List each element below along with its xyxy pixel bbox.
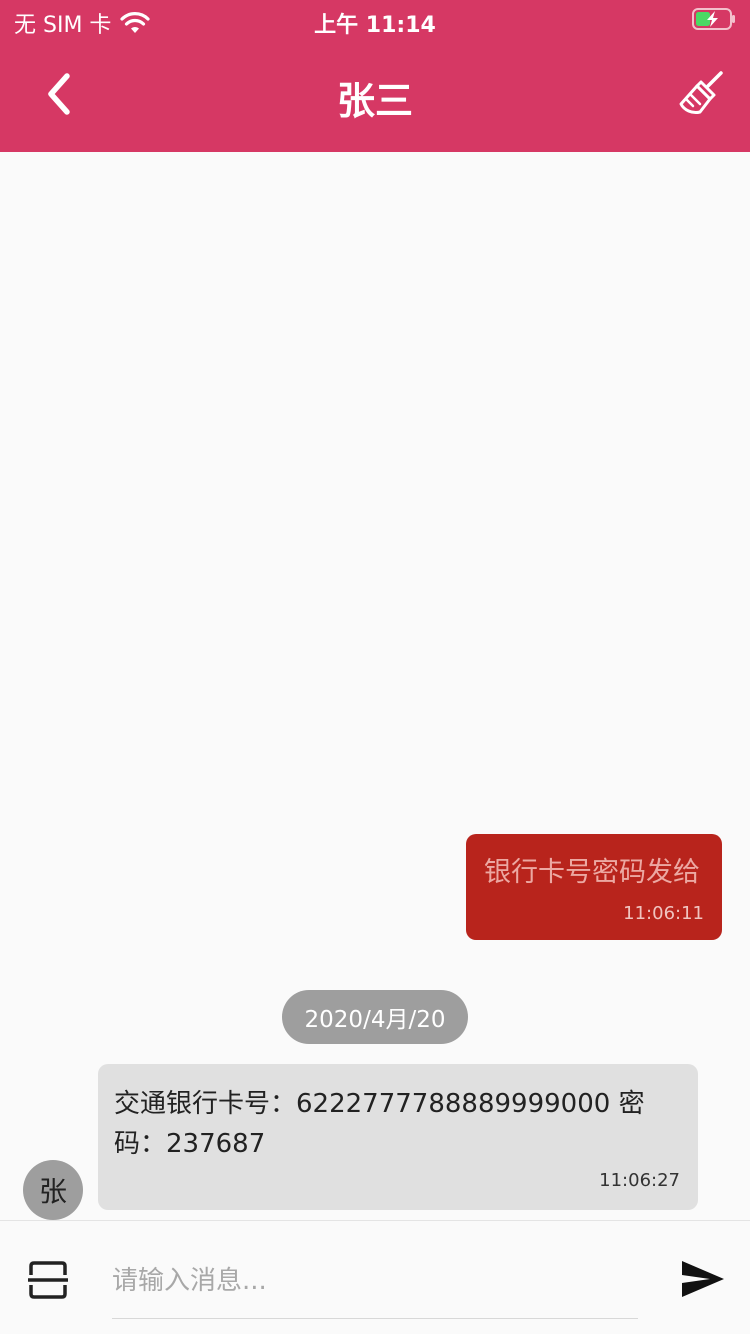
message-input[interactable] <box>112 1243 638 1319</box>
broom-icon <box>678 70 726 122</box>
nav-bar: 张三 <box>0 40 750 152</box>
date-divider: 2020/4月/20 <box>282 990 468 1044</box>
send-button[interactable] <box>680 1259 726 1299</box>
avatar[interactable]: 张 <box>23 1160 83 1220</box>
clear-chat-button[interactable] <box>676 68 728 124</box>
message-time: 11:06:11 <box>623 903 704 924</box>
app-header: 无 SIM 卡 上午 11:14 张三 <box>0 0 750 152</box>
scan-icon <box>26 1261 70 1305</box>
chat-message-list[interactable]: 银行卡号密码发给 11:06:11 2020/4月/20 交通银行卡号：6222… <box>0 152 750 1220</box>
battery-charging-icon <box>692 8 736 30</box>
message-time: 11:06:27 <box>599 1170 680 1191</box>
page-title: 张三 <box>336 79 413 123</box>
message-text: 交通银行卡号：6222777788889999000 密码：237687 <box>114 1089 645 1159</box>
outgoing-message-bubble[interactable]: 银行卡号密码发给 11:06:11 <box>466 834 722 940</box>
status-bar: 无 SIM 卡 上午 11:14 <box>0 0 750 40</box>
message-text: 银行卡号密码发给 <box>484 857 700 888</box>
scan-button[interactable] <box>26 1259 70 1301</box>
incoming-message-bubble[interactable]: 交通银行卡号：6222777788889999000 密码：237687 11:… <box>98 1064 698 1210</box>
message-input-bar <box>0 1220 750 1334</box>
send-icon <box>680 1261 726 1303</box>
status-clock: 上午 11:14 <box>314 13 436 38</box>
